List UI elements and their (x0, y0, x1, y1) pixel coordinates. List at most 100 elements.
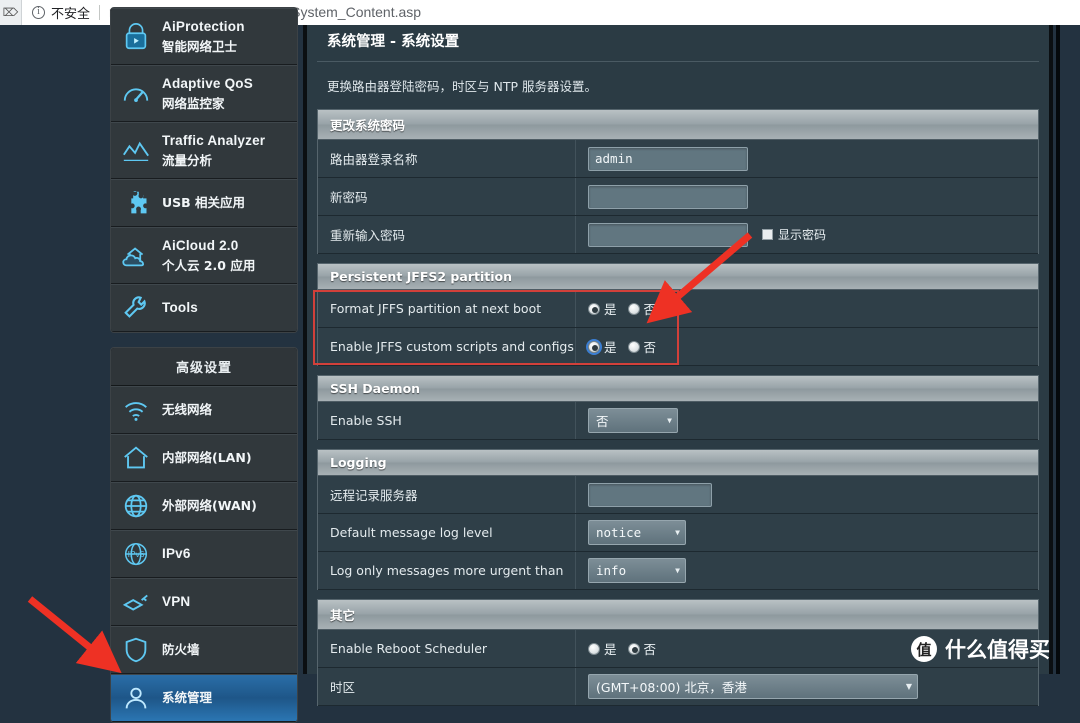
select-value: notice (596, 525, 642, 540)
right-gutter (1056, 25, 1080, 674)
table-row: 重新输入密码 显示密码 (318, 216, 1038, 254)
sidebar-item-label: Tools (162, 300, 198, 316)
sidebar-advanced-title: 高级设置 (111, 348, 297, 387)
table-row: 路由器登录名称 (318, 140, 1038, 178)
table-row: 新密码 (318, 178, 1038, 216)
sidebar-item-wan[interactable]: 外部网络(WAN) (111, 482, 297, 531)
router-admin-page: AiProtection 智能网络卫士 Adaptive QoS 网络监控家 T… (0, 7, 1080, 723)
radio-no-icon[interactable] (627, 302, 640, 315)
radio-option-yes[interactable]: 是 (588, 337, 617, 356)
globe-icon (121, 491, 151, 521)
radio-yes-label: 是 (604, 302, 617, 317)
section-heading: Logging (318, 450, 1038, 476)
sidebar-item-label: AiProtection (162, 19, 245, 34)
sidebar-item-label: 无线网络 (162, 402, 213, 418)
sidebar-top-menu: AiProtection 智能网络卫士 Adaptive QoS 网络监控家 T… (110, 7, 298, 334)
row-label: Enable SSH (318, 402, 576, 439)
radio-option-no[interactable]: 否 (627, 337, 657, 356)
sidebar-item-label: 防火墙 (162, 642, 200, 658)
sidebar-item-traffic-analyzer[interactable]: Traffic Analyzer 流量分析 (111, 122, 297, 180)
select-value: info (596, 563, 627, 578)
home-icon (121, 443, 151, 473)
section-heading: Persistent JFFS2 partition (318, 264, 1038, 290)
default-log-level-select[interactable]: notice ▼ (588, 520, 686, 545)
cloud-home-icon (121, 241, 151, 271)
router-login-name-input[interactable] (588, 146, 748, 171)
table-row: Log only messages more urgent than info … (318, 552, 1038, 590)
sidebar-item-firewall[interactable]: 防火墙 (111, 626, 297, 675)
select-value: (GMT+08:00) 北京，香港 (596, 680, 747, 695)
radio-yes-icon[interactable] (588, 340, 600, 353)
section-heading: SSH Daemon (318, 376, 1038, 402)
radio-no-label: 否 (643, 340, 657, 355)
sidebar-item-sublabel: 网络监控家 (162, 95, 225, 111)
checkbox-box-icon[interactable] (762, 229, 773, 240)
sidebar-advanced-menu: 高级设置 无线网络 内部网络(LAN) 外部网络(WAN) IPv6 IPv6 … (110, 347, 298, 723)
chart-line-icon (121, 136, 151, 166)
show-password-checkbox[interactable]: 显示密码 (762, 226, 826, 243)
security-status-label: 不安全 (51, 6, 91, 22)
row-label: 重新输入密码 (318, 216, 576, 253)
sidebar-item-tools[interactable]: Tools (111, 284, 297, 333)
enable-jffs-scripts-radio-group: 是 否 (588, 337, 656, 356)
radio-option-yes[interactable]: 是 (588, 639, 617, 658)
row-label: Log only messages more urgent than (318, 552, 576, 589)
confirm-password-input[interactable] (588, 222, 748, 247)
user-admin-icon (121, 683, 151, 713)
gauge-icon (121, 79, 151, 109)
sidebar-item-administration[interactable]: 系统管理 (111, 674, 297, 723)
sidebar-item-ipv6[interactable]: IPv6 IPv6 (111, 530, 297, 579)
radio-no-icon[interactable] (627, 340, 640, 353)
section-heading: 其它 (318, 600, 1038, 630)
chevron-down-icon: ▼ (905, 682, 912, 691)
sidebar-item-label: IPv6 (162, 546, 191, 562)
row-label: Enable Reboot Scheduler (318, 630, 576, 667)
radio-no-icon[interactable] (627, 642, 640, 655)
sidebar-item-aicloud[interactable]: AiCloud 2.0 个人云 2.0 应用 (111, 227, 297, 285)
enable-ssh-select[interactable]: 否 ▼ (588, 408, 678, 433)
chevron-down-icon: ▼ (675, 566, 680, 575)
svg-text:IPv6: IPv6 (128, 549, 145, 559)
section-change-password: 更改系统密码 路由器登录名称 新密码 重新输入密码 (317, 109, 1039, 254)
radio-no-label: 否 (643, 642, 657, 657)
sidebar-item-label: 系统管理 (162, 690, 213, 706)
table-row: 远程记录服务器 (318, 476, 1038, 514)
table-row: Enable SSH 否 ▼ (318, 402, 1038, 440)
watermark-text: 什么值得买 (945, 638, 1050, 662)
page-description: 更换路由器登陆密码，时区与 NTP 服务器设置。 (327, 79, 597, 94)
sidebar-item-wireless[interactable]: 无线网络 (111, 386, 297, 435)
radio-option-no[interactable]: 否 (627, 299, 656, 318)
sidebar-item-usb-application[interactable]: USB 相关应用 (111, 179, 297, 228)
section-heading: 更改系统密码 (318, 110, 1038, 140)
sidebar-item-sublabel: 智能网络卫士 (162, 38, 238, 54)
radio-yes-label: 是 (604, 340, 617, 355)
sidebar-item-adaptive-qos[interactable]: Adaptive QoS 网络监控家 (111, 65, 297, 123)
info-circle-icon[interactable]: i (32, 5, 45, 19)
sidebar-item-aiprotection[interactable]: AiProtection 智能网络卫士 (111, 8, 297, 66)
urgent-log-level-select[interactable]: info ▼ (588, 558, 686, 583)
radio-option-no[interactable]: 否 (627, 639, 657, 658)
table-row: Format JFFS partition at next boot 是 否 (318, 290, 1038, 328)
section-logging: Logging 远程记录服务器 Default message log leve… (317, 449, 1039, 590)
section-jffs2-partition: Persistent JFFS2 partition Format JFFS p… (317, 263, 1039, 366)
chevron-down-icon: ▼ (667, 416, 672, 425)
table-row: Enable JFFS custom scripts and configs 是… (318, 328, 1038, 366)
vpn-key-icon (121, 587, 151, 617)
sidebar-item-label: USB 相关应用 (162, 195, 246, 211)
sidebar-item-label: Adaptive QoS (162, 76, 253, 92)
ipv6-globe-icon: IPv6 (121, 539, 151, 569)
sidebar: AiProtection 智能网络卫士 Adaptive QoS 网络监控家 T… (110, 7, 298, 723)
sidebar-item-vpn[interactable]: VPN (111, 578, 297, 627)
radio-option-yes[interactable]: 是 (588, 299, 617, 318)
wrench-icon (121, 293, 151, 323)
new-password-input[interactable] (588, 184, 748, 209)
radio-yes-icon[interactable] (588, 302, 600, 315)
timezone-select[interactable]: (GMT+08:00) 北京，香港 ▼ (588, 674, 918, 699)
radio-yes-icon[interactable] (588, 642, 600, 655)
tab-strip-edge[interactable]: ⌦ (0, 0, 22, 25)
row-label: 新密码 (318, 178, 576, 215)
remote-log-server-input[interactable] (588, 482, 712, 507)
sidebar-item-lan[interactable]: 内部网络(LAN) (111, 434, 297, 483)
sidebar-item-label: 外部网络(WAN) (162, 498, 257, 514)
select-value: 否 (596, 414, 609, 429)
